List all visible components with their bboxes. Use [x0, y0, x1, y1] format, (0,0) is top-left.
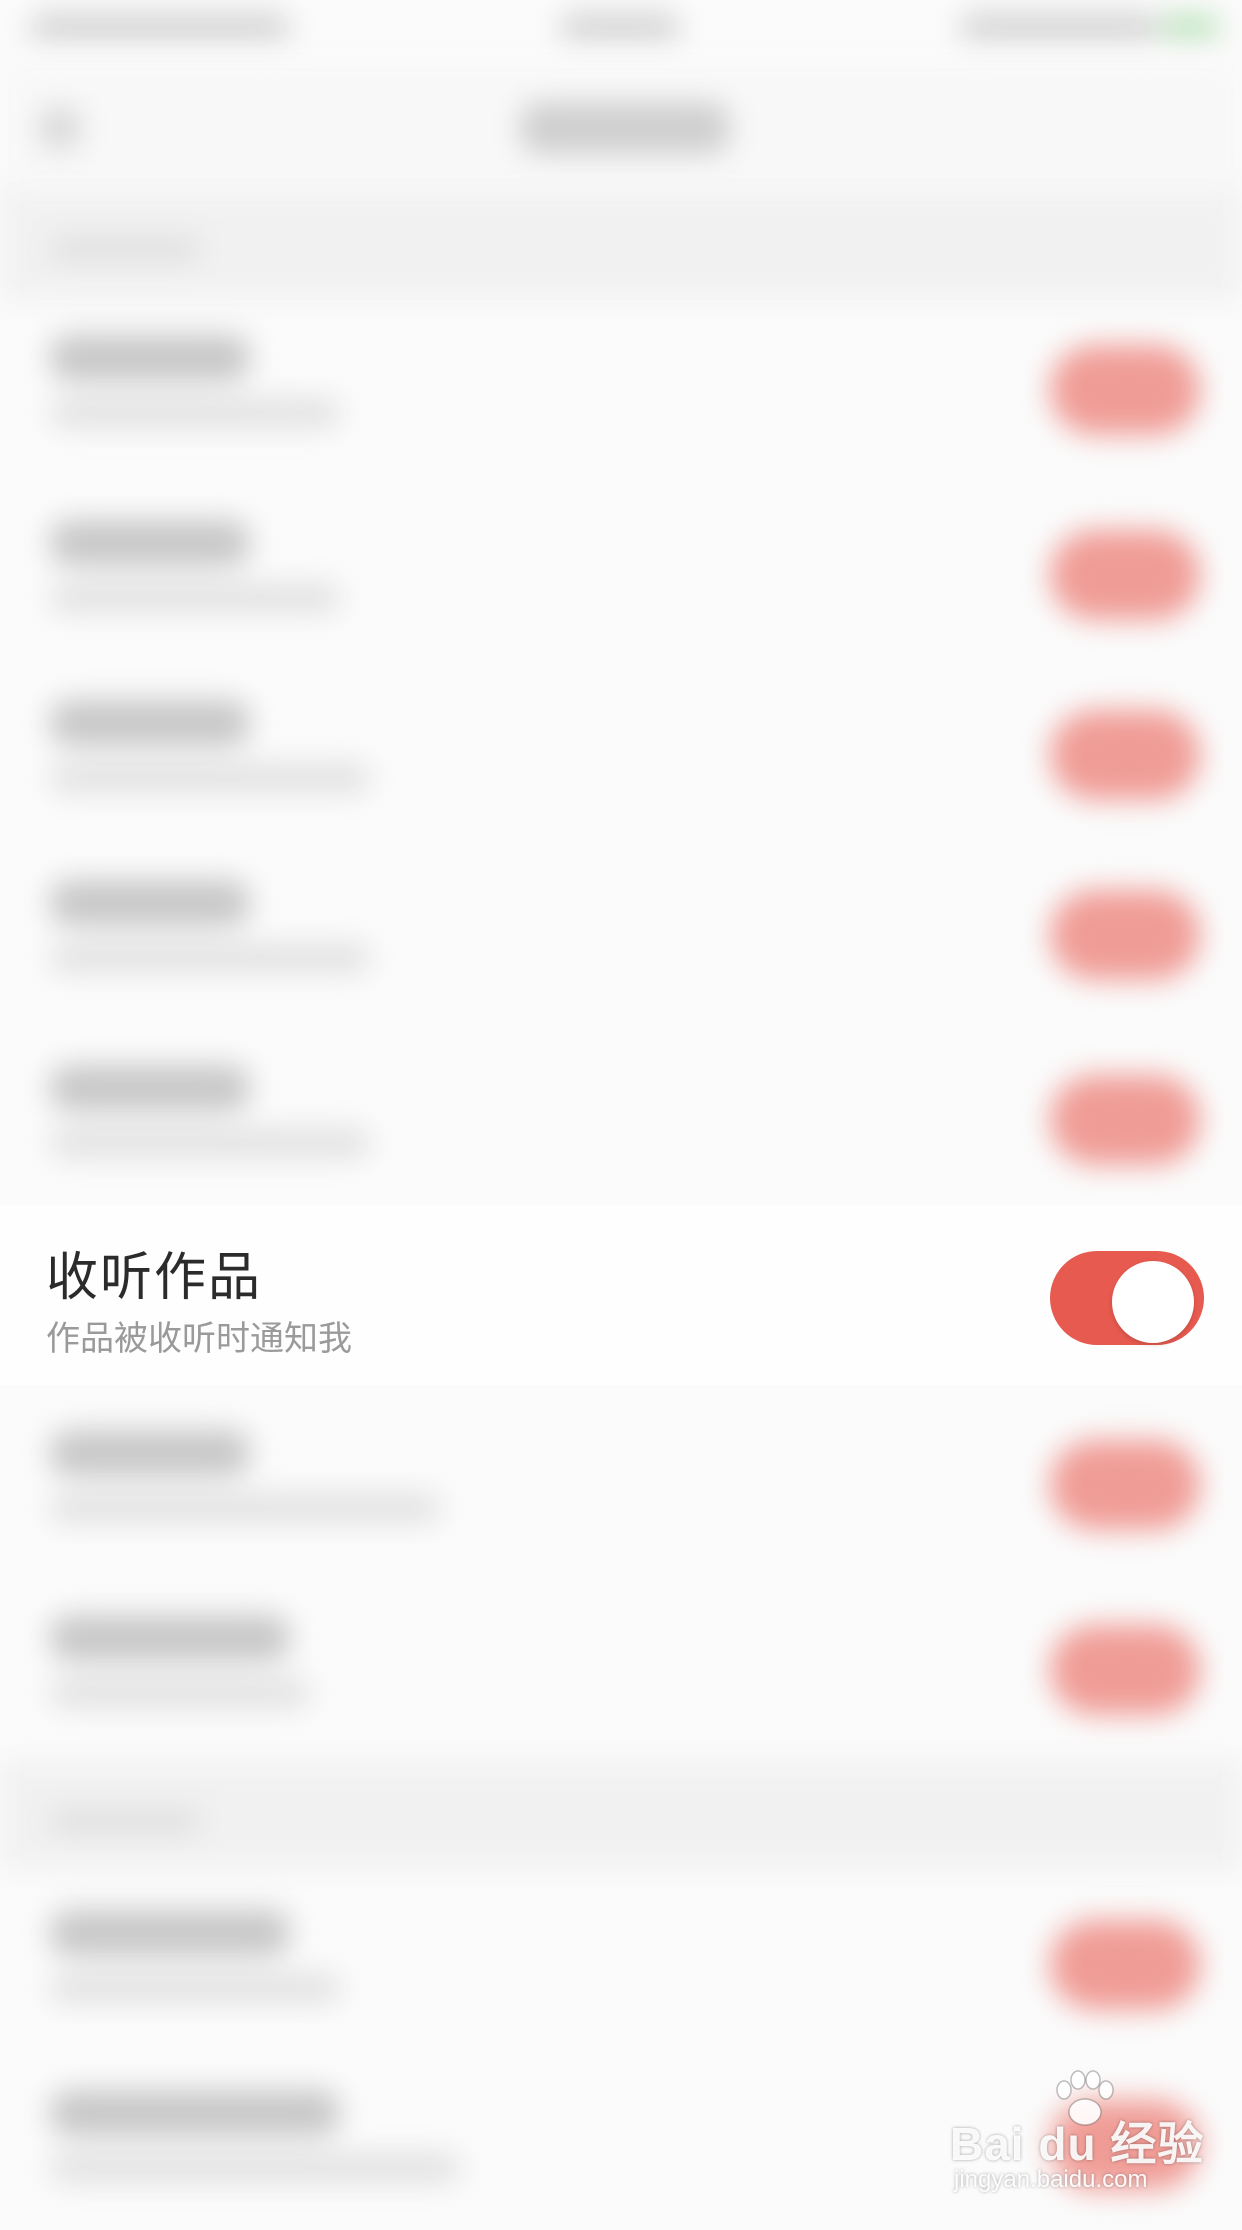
- setting-row: [0, 1025, 1242, 1205]
- navigation-bar: [0, 60, 1242, 190]
- clock: [560, 14, 680, 40]
- setting-subtitle: [50, 1679, 310, 1707]
- baidu-jingyan-watermark: Bai du 经验 jingyan.baidu.com: [950, 2070, 1240, 2200]
- setting-toggle[interactable]: [1050, 1920, 1200, 2010]
- setting-subtitle: [50, 399, 340, 427]
- setting-subtitle: 作品被收听时通知我: [46, 1319, 352, 1359]
- setting-subtitle: [50, 944, 370, 972]
- setting-subtitle: [50, 2154, 460, 2182]
- setting-row-listen-works: 收听作品 作品被收听时通知我: [0, 1205, 1242, 1385]
- setting-subtitle: [50, 1129, 370, 1157]
- toggle-knob: [1112, 1261, 1194, 1343]
- setting-row: [0, 480, 1242, 660]
- setting-subtitle: [50, 584, 340, 612]
- setting-toggle[interactable]: [1050, 530, 1200, 620]
- setting-toggle[interactable]: [1050, 345, 1200, 435]
- setting-toggle[interactable]: [1050, 1625, 1200, 1715]
- setting-row: [0, 1575, 1242, 1755]
- setting-subtitle: [50, 1494, 440, 1522]
- section-header: [0, 1760, 1242, 1870]
- setting-toggle[interactable]: [1050, 710, 1200, 800]
- setting-title: [50, 2090, 340, 2136]
- setting-title: [50, 335, 250, 381]
- section-header-label: [50, 1810, 200, 1832]
- setting-title: [50, 1430, 250, 1476]
- section-header-label: [50, 238, 200, 260]
- setting-title: 收听作品: [46, 1248, 263, 1308]
- listen-works-toggle[interactable]: [1050, 1251, 1204, 1345]
- setting-title: [50, 700, 250, 746]
- setting-row: [0, 660, 1242, 840]
- setting-toggle[interactable]: [1050, 1440, 1200, 1530]
- setting-title: [50, 1615, 290, 1661]
- page-title: [520, 102, 730, 154]
- battery-icon: [1160, 14, 1220, 40]
- setting-row: [0, 1390, 1242, 1570]
- setting-row: [0, 840, 1242, 1020]
- watermark-brand: Bai du 经验: [950, 2118, 1205, 2170]
- setting-title: [50, 1910, 290, 1956]
- setting-title: [50, 520, 250, 566]
- setting-row: [0, 295, 1242, 475]
- battery-indicator: [960, 14, 1160, 40]
- setting-title: [50, 880, 250, 926]
- setting-title: [50, 1065, 250, 1111]
- back-icon[interactable]: [40, 108, 80, 148]
- section-header: [0, 190, 1242, 300]
- setting-subtitle: [50, 764, 370, 792]
- watermark-url: jingyan.baidu.com: [954, 2166, 1148, 2193]
- status-bar: [0, 0, 1242, 60]
- setting-row: [0, 1870, 1242, 2050]
- setting-subtitle: [50, 1974, 340, 2002]
- setting-toggle[interactable]: [1050, 890, 1200, 980]
- carrier-signal: [30, 14, 290, 40]
- setting-toggle[interactable]: [1050, 1075, 1200, 1165]
